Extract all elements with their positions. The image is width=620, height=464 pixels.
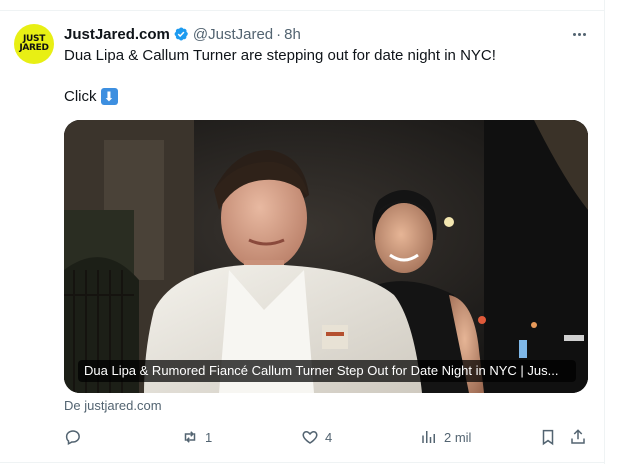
link-card[interactable]: Dua Lipa & Rumored Fiancé Callum Turner … (64, 120, 588, 393)
divider-top (0, 10, 604, 11)
column-border (604, 0, 605, 464)
reply-button[interactable] (64, 424, 88, 450)
divider-bottom (0, 462, 604, 463)
more-options-icon[interactable] (568, 26, 590, 42)
repost-button[interactable]: 1 (181, 424, 212, 450)
avatar-text-line2: JARED (19, 43, 49, 53)
user-handle[interactable]: @JustJared (193, 26, 273, 43)
card-photo (64, 120, 588, 393)
verified-badge-icon[interactable] (173, 26, 189, 42)
header-separator: · (276, 25, 282, 43)
card-caption: Dua Lipa & Rumored Fiancé Callum Turner … (78, 360, 576, 382)
tweet-text-cta: Click ⬇ (64, 88, 118, 105)
arrow-down-emoji-icon: ⬇ (100, 88, 118, 105)
tweet-text-click: Click (64, 88, 97, 105)
tweet-text: Dua Lipa & Callum Turner are stepping ou… (64, 47, 496, 64)
bookmark-icon (542, 429, 554, 446)
like-button[interactable]: 4 (301, 424, 332, 450)
repost-icon (184, 431, 196, 443)
bookmark-button[interactable] (539, 424, 557, 450)
tweet-header: JustJared.com @JustJared · 8h (64, 24, 301, 44)
reply-icon (65, 430, 80, 445)
timestamp[interactable]: 8h (284, 26, 301, 43)
like-count: 4 (325, 429, 333, 445)
repost-count: 1 (205, 429, 213, 445)
display-name[interactable]: JustJared.com (64, 26, 170, 43)
tweet-actions: 1 4 2 mil (0, 424, 604, 450)
link-source[interactable]: De justjared.com (64, 398, 162, 413)
like-icon (302, 430, 318, 444)
share-button[interactable] (569, 424, 587, 450)
share-icon (571, 429, 585, 444)
avatar[interactable]: JUST JARED (14, 24, 54, 64)
views-icon (422, 431, 435, 443)
views-count: 2 mil (444, 429, 472, 445)
views-button[interactable]: 2 mil (420, 424, 471, 450)
